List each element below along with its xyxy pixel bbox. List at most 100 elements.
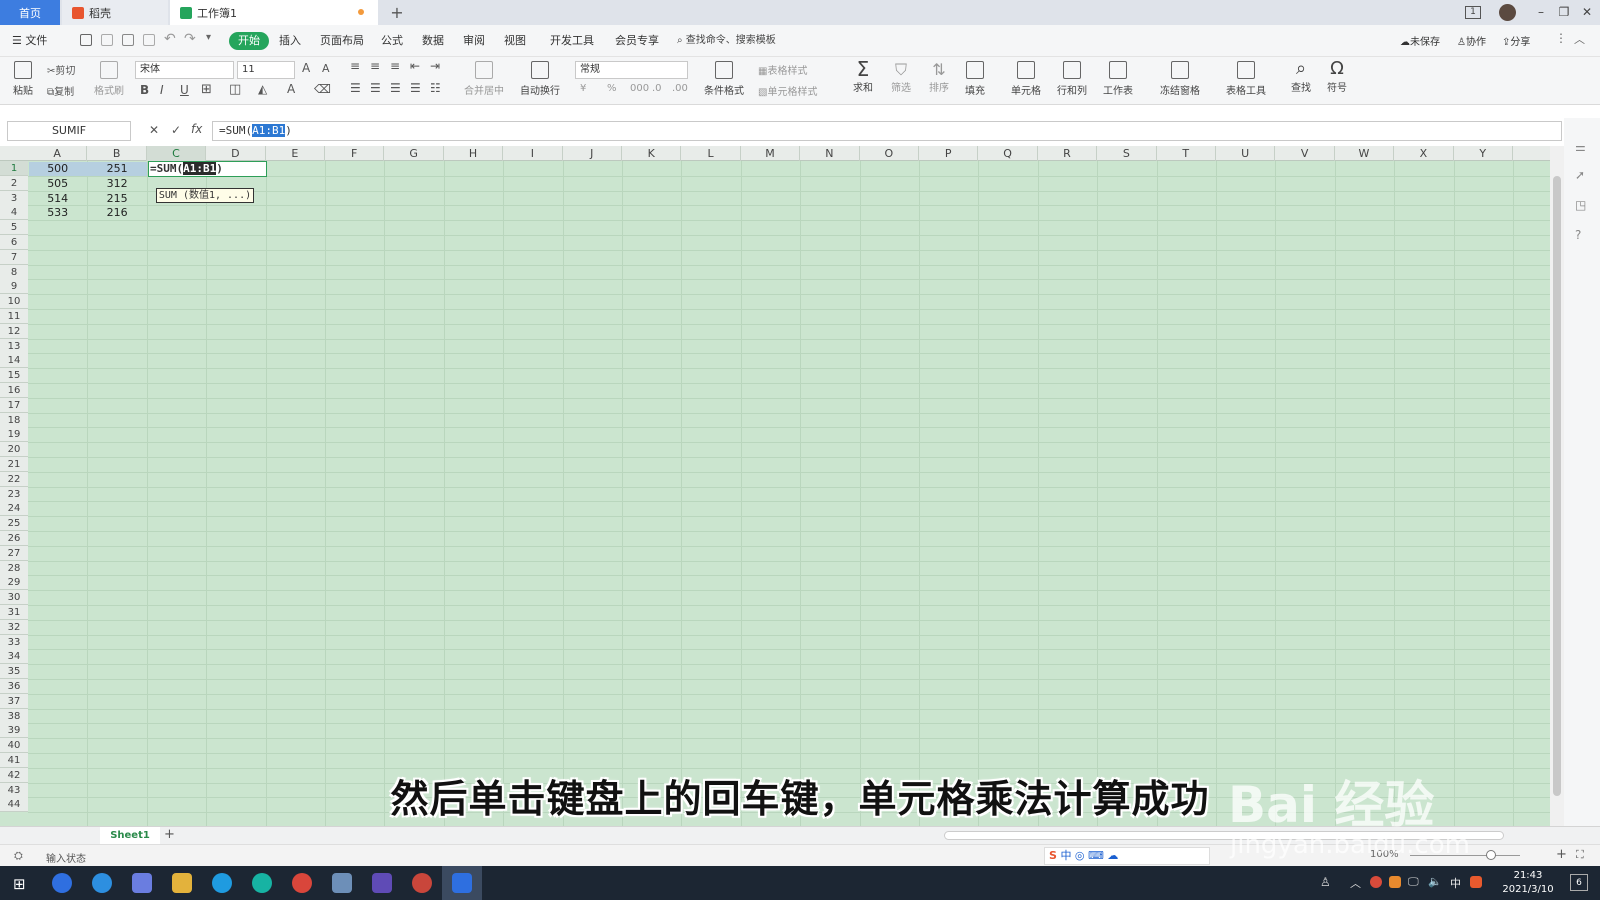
sogou-tray-icon[interactable]	[1470, 876, 1482, 888]
row-header-43[interactable]: 43	[0, 782, 28, 798]
column-header-d[interactable]: D	[206, 146, 266, 161]
table-tools-button[interactable]: 表格工具	[1220, 61, 1272, 97]
row-header-38[interactable]: 38	[0, 708, 28, 724]
row-header-34[interactable]: 34	[0, 649, 28, 665]
row-header-44[interactable]: 44	[0, 797, 28, 813]
print-icon[interactable]	[122, 34, 134, 46]
menu-insert[interactable]: 插入	[275, 32, 305, 50]
restore-button[interactable]: ❐	[1553, 3, 1575, 22]
zoom-in-icon[interactable]: +	[1556, 847, 1567, 862]
row-header-33[interactable]: 33	[0, 634, 28, 650]
column-header-u[interactable]: U	[1216, 146, 1276, 161]
row-header-4[interactable]: 4	[0, 205, 28, 221]
windows-start-icon[interactable]: ⊞	[13, 875, 26, 893]
column-header-q[interactable]: Q	[978, 146, 1038, 161]
fullscreen-icon[interactable]: ⛶	[1576, 848, 1584, 862]
row-header-40[interactable]: 40	[0, 738, 28, 754]
column-header-h[interactable]: H	[444, 146, 504, 161]
row-header-26[interactable]: 26	[0, 531, 28, 546]
row-header-37[interactable]: 37	[0, 693, 28, 709]
column-header-c[interactable]: C	[146, 146, 207, 161]
row-header-5[interactable]: 5	[0, 220, 28, 236]
spreadsheet-grid[interactable]: ABCDEFGHIJKLMNOPQRSTUVWXY 1 2 3 4 5 6 7 8 9 10 11 1…	[0, 146, 1550, 826]
row-header-36[interactable]: 36	[0, 679, 28, 694]
conditional-format-button[interactable]: 条件格式	[698, 61, 750, 97]
justify-icon[interactable]: ☰	[410, 81, 421, 95]
cells-button[interactable]: 单元格	[1006, 61, 1046, 97]
column-header-j[interactable]: J	[563, 146, 622, 161]
cell-a2[interactable]: 505	[28, 176, 87, 191]
column-header-n[interactable]: N	[800, 146, 860, 161]
cell-b4[interactable]: 216	[87, 205, 146, 220]
row-header-22[interactable]: 22	[0, 471, 28, 487]
tab-workbook[interactable]: 工作簿1	[170, 0, 378, 25]
cell-a4[interactable]: 533	[28, 205, 87, 220]
quick-access-dropdown-icon[interactable]: ▾	[206, 32, 211, 43]
cell-b3[interactable]: 215	[87, 191, 146, 206]
feather-app-icon[interactable]	[52, 873, 72, 893]
column-header-m[interactable]: M	[741, 146, 801, 161]
row-header-8[interactable]: 8	[0, 264, 28, 280]
macro-icon[interactable]: ⛭	[14, 849, 23, 863]
border-icon[interactable]: ⊞	[201, 82, 212, 97]
row-header-23[interactable]: 23	[0, 486, 28, 502]
font-shrink-icon[interactable]: A	[322, 62, 330, 75]
row-header-24[interactable]: 24	[0, 501, 28, 517]
row-header-7[interactable]: 7	[0, 249, 28, 265]
row-header-16[interactable]: 16	[0, 383, 28, 398]
row-header-9[interactable]: 9	[0, 279, 28, 295]
function-tooltip[interactable]: SUM (数值1, ...)	[156, 188, 254, 203]
collab-button[interactable]: ♙协作	[1457, 33, 1486, 48]
cell-b1[interactable]: 251	[87, 161, 146, 176]
column-header-o[interactable]: O	[860, 146, 919, 161]
row-header-20[interactable]: 20	[0, 442, 28, 458]
sogou-browser-icon[interactable]	[92, 873, 112, 893]
row-header-10[interactable]: 10	[0, 294, 28, 310]
add-sheet-button[interactable]: +	[164, 827, 175, 842]
menu-data[interactable]: 数据	[418, 32, 448, 50]
column-header-t[interactable]: T	[1157, 146, 1216, 161]
find-button[interactable]: ⌕ 查找	[1286, 59, 1316, 95]
cell-b2[interactable]: 312	[87, 176, 146, 191]
panel-icon[interactable]: ◳	[1575, 198, 1586, 212]
indent-decrease-icon[interactable]: ⇤	[410, 59, 420, 73]
pointer-icon[interactable]: ➚	[1575, 168, 1585, 182]
table-style-button[interactable]: ▦表格样式	[758, 62, 807, 77]
scroll-thumb[interactable]	[1553, 176, 1561, 796]
row-header-17[interactable]: 17	[0, 397, 28, 413]
align-right-icon[interactable]: ☰	[390, 81, 401, 95]
column-header-f[interactable]: F	[325, 146, 385, 161]
number-format-select[interactable]: 常规	[575, 61, 688, 79]
row-header-13[interactable]: 13	[0, 338, 28, 354]
fill-color-icon[interactable]: ◫	[229, 82, 241, 97]
print-preview-icon[interactable]	[143, 34, 155, 46]
search-app-icon[interactable]	[212, 873, 232, 893]
network-icon[interactable]: 🖵	[1408, 875, 1419, 889]
distribute-icon[interactable]: ☷	[430, 81, 441, 95]
active-cell-editor[interactable]: =SUM(A1:B1)	[148, 161, 267, 177]
row-header-25[interactable]: 25	[0, 516, 28, 532]
align-center-icon[interactable]: ☰	[370, 81, 381, 95]
name-box[interactable]: SUMIF	[7, 121, 131, 141]
column-header-p[interactable]: P	[919, 146, 979, 161]
column-header-r[interactable]: R	[1038, 146, 1098, 161]
command-search[interactable]: ⌕ 查找命令、搜索模板	[677, 32, 795, 50]
bold-icon[interactable]: B	[140, 83, 149, 97]
row-header-39[interactable]: 39	[0, 723, 28, 739]
row-header-1[interactable]: 1	[0, 161, 28, 176]
row-header-41[interactable]: 41	[0, 753, 28, 768]
row-header-15[interactable]: 15	[0, 368, 28, 384]
tray-app-icon[interactable]	[1370, 876, 1382, 888]
chrome-alt-icon[interactable]	[412, 873, 432, 893]
row-header-18[interactable]: 18	[0, 412, 28, 428]
row-header-28[interactable]: 28	[0, 560, 28, 576]
filter-button[interactable]: ⛉ 筛选	[886, 61, 916, 95]
column-header-x[interactable]: X	[1394, 146, 1454, 161]
cell-a1[interactable]: 500	[28, 161, 87, 176]
column-header-b[interactable]: B	[87, 146, 147, 161]
share-button[interactable]: ⇪分享	[1502, 33, 1530, 48]
cell-style-button[interactable]: ▧单元格样式	[758, 83, 817, 98]
menu-review[interactable]: 审阅	[459, 32, 489, 50]
format-painter-button[interactable]: 格式刷	[92, 61, 126, 97]
column-header-y[interactable]: Y	[1454, 146, 1513, 161]
